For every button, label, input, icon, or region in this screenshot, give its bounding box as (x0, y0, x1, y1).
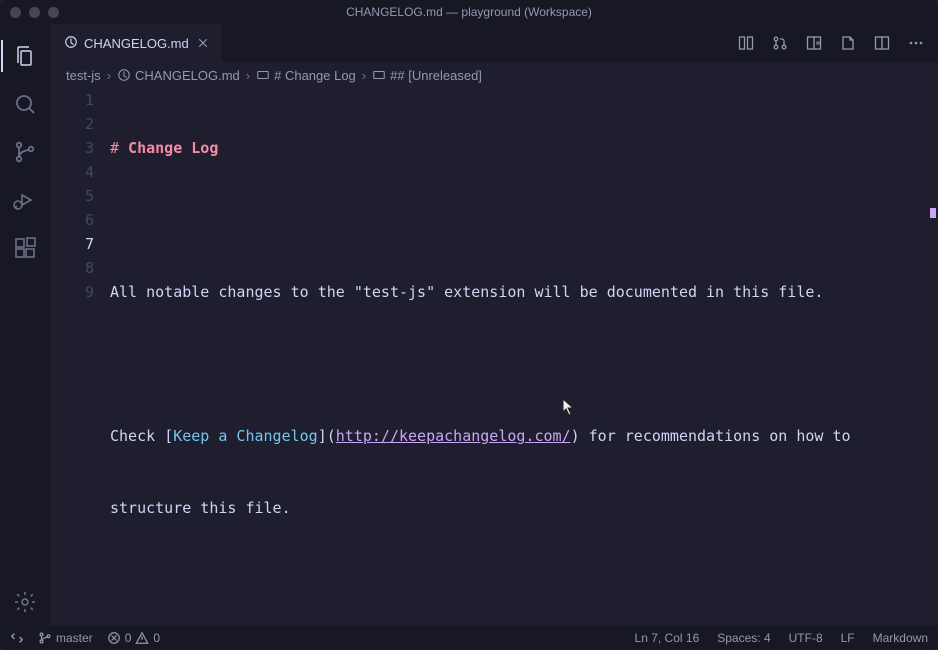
crumb-sep: › (246, 68, 250, 83)
code-line[interactable]: structure this file. (110, 496, 938, 520)
encoding-indicator[interactable]: UTF-8 (789, 631, 823, 645)
code-line[interactable]: Check [Keep a Changelog](http://keepacha… (110, 424, 938, 448)
title-bar[interactable]: CHANGELOG.md — playground (Workspace) (0, 0, 938, 24)
settings-tab[interactable] (1, 578, 49, 626)
editor-window: CHANGELOG.md — playground (Workspace) (0, 0, 938, 650)
open-preview-action[interactable] (804, 33, 824, 53)
error-icon (107, 631, 121, 645)
indent-indicator[interactable]: Spaces: 4 (717, 631, 770, 645)
debug-icon (13, 188, 37, 212)
source-control-icon (13, 140, 37, 164)
compare-action[interactable] (736, 33, 756, 53)
minimize-dot[interactable] (29, 7, 40, 18)
files-icon (13, 44, 37, 68)
code-editor[interactable]: 1 2 3 4 5 6 7 8 9 # Change Log All notab… (50, 88, 938, 626)
explorer-tab[interactable] (1, 32, 49, 80)
line-number: 3 (50, 136, 94, 160)
crumb-file[interactable]: CHANGELOG.md (117, 68, 240, 83)
remote-indicator[interactable] (10, 631, 24, 645)
source-control-tab[interactable] (1, 128, 49, 176)
warning-icon (135, 631, 149, 645)
crumb-sep: › (362, 68, 366, 83)
branch-name: master (56, 631, 93, 645)
crumb-symbol[interactable]: ## [Unreleased] (372, 68, 482, 83)
line-number: 4 (50, 160, 94, 184)
breadcrumb: test-js › CHANGELOG.md › # Change Log › … (50, 62, 938, 88)
crumb-sep: › (107, 68, 111, 83)
crumb-folder[interactable]: test-js (66, 68, 101, 83)
branch-icon (38, 631, 52, 645)
eol-indicator[interactable]: LF (841, 631, 855, 645)
string-icon (256, 68, 270, 82)
close-icon (197, 37, 209, 49)
preview-icon (64, 35, 78, 52)
language-indicator[interactable]: Markdown (873, 631, 928, 645)
status-bar: master 0 0 Ln 7, Col 16 Spaces: 4 UTF-8 … (0, 626, 938, 650)
extensions-tab[interactable] (1, 224, 49, 272)
split-action[interactable] (872, 33, 892, 53)
status-right: Ln 7, Col 16 Spaces: 4 UTF-8 LF Markdown (635, 631, 928, 645)
open-preview-icon (806, 35, 822, 51)
tab-close[interactable] (195, 35, 211, 51)
problems-indicator[interactable]: 0 0 (107, 631, 160, 645)
gutter: 1 2 3 4 5 6 7 8 9 (50, 88, 110, 626)
compare-icon (738, 35, 754, 51)
code-content[interactable]: # Change Log All notable changes to the … (110, 88, 938, 626)
run-file-icon (840, 35, 856, 51)
line-number: 1 (50, 88, 94, 112)
branch-indicator[interactable]: master (38, 631, 93, 645)
preview-icon (117, 68, 131, 82)
traffic-lights (10, 7, 59, 18)
code-line[interactable] (110, 208, 938, 232)
extensions-icon (13, 236, 37, 260)
search-tab[interactable] (1, 80, 49, 128)
line-number: 8 (50, 256, 94, 280)
overview-mark (930, 208, 936, 218)
main-area: CHANGELOG.md test-js › (0, 24, 938, 626)
cursor-position[interactable]: Ln 7, Col 16 (635, 631, 700, 645)
remote-icon (10, 631, 24, 645)
git-pr-icon (772, 35, 788, 51)
line-number: 2 (50, 112, 94, 136)
window-title: CHANGELOG.md — playground (Workspace) (0, 5, 938, 19)
run-debug-tab[interactable] (1, 176, 49, 224)
line-number: 6 (50, 208, 94, 232)
zoom-dot[interactable] (48, 7, 59, 18)
code-line[interactable] (110, 568, 938, 592)
line-number: 5 (50, 184, 94, 208)
code-line[interactable]: # Change Log (110, 136, 938, 160)
split-icon (874, 35, 890, 51)
overview-ruler[interactable] (926, 88, 938, 626)
search-icon (13, 92, 37, 116)
editor-actions (724, 24, 938, 62)
gear-icon (13, 590, 37, 614)
run-action[interactable] (838, 33, 858, 53)
activity-bar (0, 24, 50, 626)
editor-area: CHANGELOG.md test-js › (50, 24, 938, 626)
open-changes-action[interactable] (770, 33, 790, 53)
tab-bar: CHANGELOG.md (50, 24, 938, 62)
code-line[interactable]: All notable changes to the "test-js" ext… (110, 280, 938, 304)
line-number: 9 (50, 280, 94, 304)
code-line[interactable] (110, 352, 938, 376)
more-action[interactable] (906, 33, 926, 53)
close-dot[interactable] (10, 7, 21, 18)
tab-label: CHANGELOG.md (84, 36, 189, 51)
more-icon (908, 35, 924, 51)
tab-changelog[interactable]: CHANGELOG.md (50, 24, 221, 62)
line-number: 7 (50, 232, 94, 256)
string-icon (372, 68, 386, 82)
crumb-symbol[interactable]: # Change Log (256, 68, 356, 83)
